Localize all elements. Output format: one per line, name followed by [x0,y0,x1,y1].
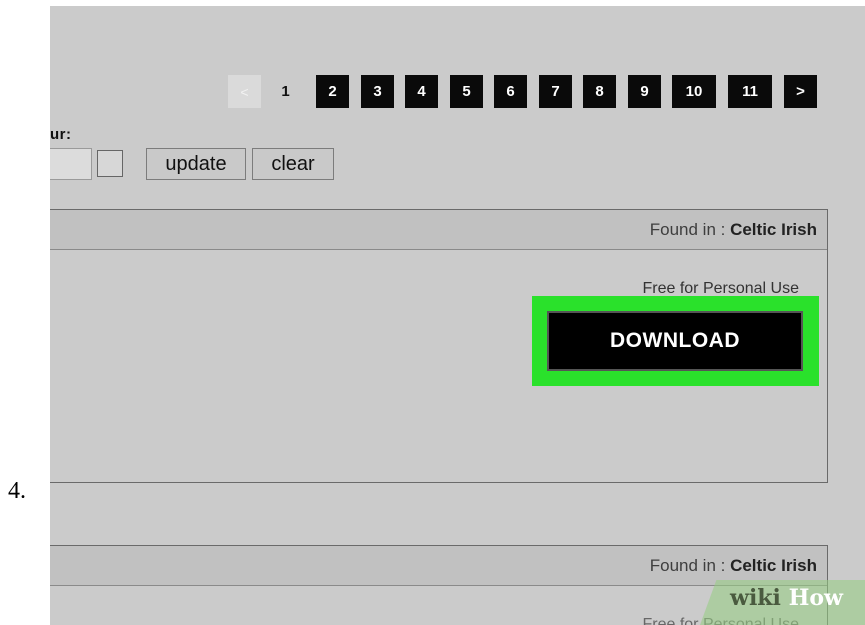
page-link-6[interactable]: 6 [494,75,527,108]
result-header: Found in : Celtic Irish [50,210,827,250]
next-page-button[interactable]: > [784,75,817,108]
found-in-category-link[interactable]: Celtic Irish [730,220,817,239]
clear-button[interactable]: clear [252,148,334,180]
color-checkbox[interactable] [97,150,123,177]
prev-page-button[interactable]: < [228,75,261,108]
found-in-category-link[interactable]: Celtic Irish [730,556,817,575]
page-link-9[interactable]: 9 [628,75,661,108]
page-link-7[interactable]: 7 [539,75,572,108]
font-site-screenshot: < 1 2 3 4 5 6 7 8 9 10 11 > ur: update c… [50,6,865,625]
page-link-8[interactable]: 8 [583,75,616,108]
found-in-prefix: Found in : [649,220,731,239]
page-link-11[interactable]: 11 [728,75,772,108]
found-in-text: Found in : Celtic Irish [650,220,817,240]
page-current: 1 [281,83,290,100]
wikihow-watermark-logo: wiki How [730,585,843,611]
page-link-4[interactable]: 4 [405,75,438,108]
update-button[interactable]: update [146,148,246,180]
page-link-10[interactable]: 10 [672,75,716,108]
watermark-brand-a: wiki [730,585,781,611]
page-link-2[interactable]: 2 [316,75,349,108]
step-number: 4. [8,478,26,504]
result-header: Found in : Celtic Irish [50,546,827,586]
color-input[interactable] [50,148,92,180]
page-link-5[interactable]: 5 [450,75,483,108]
watermark-brand-b: How [788,585,843,611]
page-link-3[interactable]: 3 [361,75,394,108]
found-in-text: Found in : Celtic Irish [650,556,817,576]
color-filter-label: ur: [50,126,72,143]
found-in-prefix: Found in : [649,556,731,575]
download-button[interactable]: DOWNLOAD [547,311,803,371]
